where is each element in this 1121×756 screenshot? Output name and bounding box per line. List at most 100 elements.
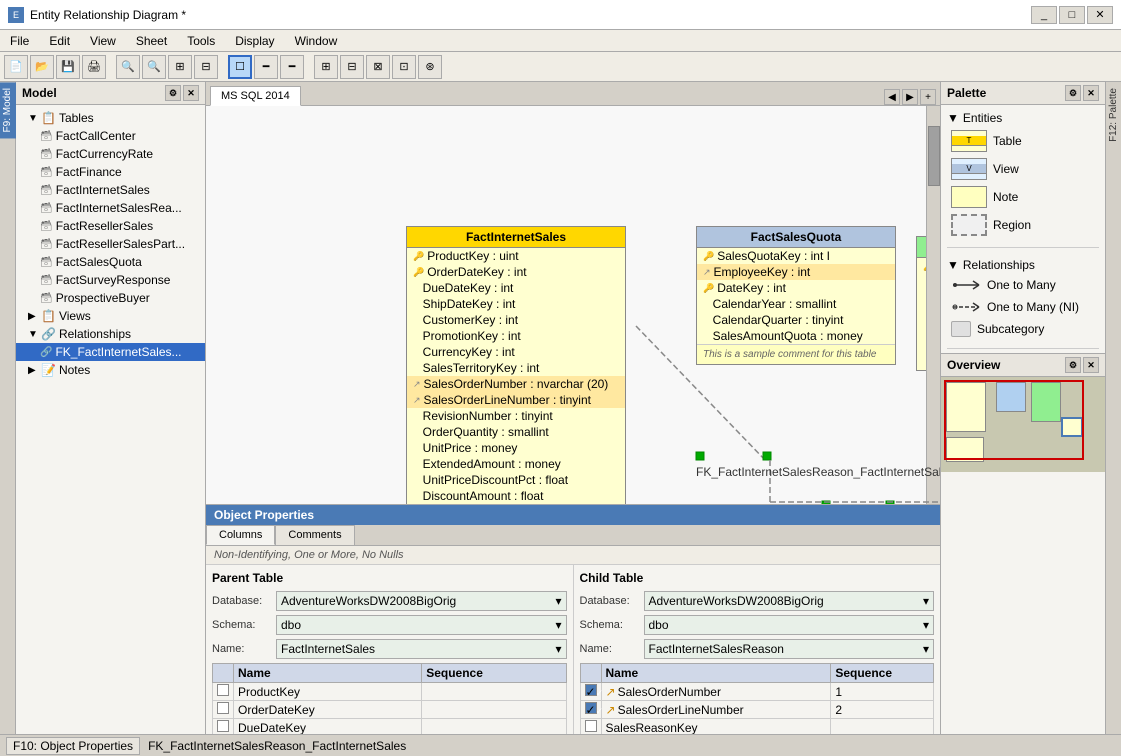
palette-table-item[interactable]: T Table (941, 127, 1105, 155)
parent-name-select[interactable]: FactInternetSales ▾ (276, 639, 567, 659)
parent-col-checkbox-1[interactable] (217, 702, 229, 714)
child-col-checkbox-2[interactable] (585, 720, 597, 732)
tree-item-prospectivebuyer[interactable]: 🗃 ProspectiveBuyer (16, 289, 205, 307)
overview-close-button[interactable]: ✕ (1083, 357, 1099, 373)
child-col-row[interactable]: ✓ ↗SalesOrderLineNumber 2 (580, 701, 934, 719)
entities-group[interactable]: ▼ Entities (941, 109, 1105, 127)
print-button[interactable]: 🖨 (82, 55, 106, 79)
parent-col-checkbox-2[interactable] (217, 720, 229, 732)
tab-next-button[interactable]: ▶ (902, 89, 918, 105)
zoom-out-button[interactable]: 🔍 (116, 55, 140, 79)
tree-item-factfinance[interactable]: 🗃 FactFinance (16, 163, 205, 181)
select-button[interactable]: ☐ (228, 55, 252, 79)
tab-mssql2014[interactable]: MS SQL 2014 (210, 86, 301, 106)
diagram-area[interactable]: FK_FactInternetSalesReason_FactInternetS… (206, 106, 940, 504)
parent-name-row: Name: FactInternetSales ▾ (212, 639, 567, 659)
menu-tools[interactable]: Tools (177, 32, 225, 50)
tab-columns[interactable]: Columns (206, 525, 275, 545)
tree-item-factinternetsales[interactable]: 🗃 FactInternetSales (16, 181, 205, 199)
palette-title: Palette (947, 86, 986, 100)
open-button[interactable]: 📂 (30, 55, 54, 79)
menu-display[interactable]: Display (225, 32, 284, 50)
tree-item-factsalesquota[interactable]: 🗃 FactSalesQuota (16, 253, 205, 271)
relationships-group[interactable]: ▼ Relationships (941, 256, 1105, 274)
palette-one-many-ni-item[interactable]: One to Many (NI) (941, 296, 1105, 318)
parent-columns-table: Name Sequence ProductKey (212, 663, 567, 734)
tool-btn5[interactable]: ⊟ (340, 55, 364, 79)
model-panel-title: Model (22, 86, 57, 100)
menu-edit[interactable]: Edit (39, 32, 80, 50)
new-button[interactable]: 📄 (4, 55, 28, 79)
minimize-button[interactable]: _ (1031, 6, 1057, 24)
child-col-row[interactable]: ✓ ↗SalesOrderNumber 1 (580, 683, 934, 701)
overview-header: Overview ⚙ ✕ (941, 354, 1105, 377)
model-panel-header: Model ⚙ ✕ (16, 82, 205, 105)
relationships-label: Relationships (59, 327, 131, 341)
menu-view[interactable]: View (80, 32, 126, 50)
tab-comments[interactable]: Comments (275, 525, 354, 545)
status-panel-f10[interactable]: F10: Object Properties (6, 737, 140, 755)
tree-item-factinternetsalesrea[interactable]: 🗃 FactInternetSalesRea... (16, 199, 205, 217)
parent-col-row[interactable]: DueDateKey (213, 719, 567, 735)
menu-window[interactable]: Window (285, 32, 348, 50)
parent-database-select[interactable]: AdventureWorksDW2008BigOrig ▾ (276, 591, 567, 611)
overview-content[interactable] (941, 377, 1105, 472)
child-col-checkbox-0[interactable]: ✓ (585, 684, 597, 696)
diagram-scrollbar-v[interactable] (926, 106, 940, 504)
close-button[interactable]: ✕ (1087, 6, 1113, 24)
palette-subcategory-item[interactable]: Subcategory (941, 318, 1105, 340)
tree-item-factsurveyresponse[interactable]: 🗃 FactSurveyResponse (16, 271, 205, 289)
tree-relationships-group[interactable]: ▼ 🔗 Relationships (16, 325, 205, 343)
zoom-in-button[interactable]: 🔍 (142, 55, 166, 79)
child-col-checkbox-1[interactable]: ✓ (585, 702, 597, 714)
tree-item-factcurrencyrate[interactable]: 🗃 FactCurrencyRate (16, 145, 205, 163)
menu-file[interactable]: File (0, 32, 39, 50)
model-tree: ▼ 📋 Tables 🗃 FactCallCenter 🗃 FactCurren… (16, 105, 205, 734)
palette-side-label[interactable]: F12: Palette (1106, 82, 1121, 148)
save-button[interactable]: 💾 (56, 55, 80, 79)
tree-notes-group[interactable]: ▶ 📝 Notes (16, 361, 205, 379)
tree-item-factresellersales[interactable]: 🗃 FactResellerSales (16, 217, 205, 235)
child-schema-select[interactable]: dbo ▾ (644, 615, 935, 635)
model-side-label[interactable]: F9: Model (0, 82, 16, 138)
palette-region-item[interactable]: Region (941, 211, 1105, 239)
child-col-row[interactable]: SalesReasonKey (580, 719, 934, 735)
overview-viewport[interactable] (944, 380, 1084, 460)
tool-btn7[interactable]: ⊡ (392, 55, 416, 79)
tool-btn4[interactable]: ⊞ (314, 55, 338, 79)
palette-view-item[interactable]: V View (941, 155, 1105, 183)
parent-col-row[interactable]: ProductKey (213, 683, 567, 701)
tool-btn8[interactable]: ⊛ (418, 55, 442, 79)
region-icon (951, 214, 987, 236)
er-table-factinternetsales[interactable]: FactInternetSales 🔑ProductKey : uint 🔑Or… (406, 226, 626, 504)
tree-views-group[interactable]: ▶ 📋 Views (16, 307, 205, 325)
right-panel: Palette ⚙ ✕ ▼ Entities T Table V Vie (940, 82, 1105, 734)
model-settings-button[interactable]: ⚙ (165, 85, 181, 101)
palette-settings-button[interactable]: ⚙ (1065, 85, 1081, 101)
maximize-button[interactable]: □ (1059, 6, 1085, 24)
palette-one-many-item[interactable]: One to Many (941, 274, 1105, 296)
zoom-fit-button[interactable]: ⊞ (168, 55, 192, 79)
tab-new-button[interactable]: + (920, 89, 936, 105)
tab-prev-button[interactable]: ◀ (884, 89, 900, 105)
tree-item-factcallcenter[interactable]: 🗃 FactCallCenter (16, 127, 205, 145)
zoom-button2[interactable]: ⊟ (194, 55, 218, 79)
parent-col-checkbox-0[interactable] (217, 684, 229, 696)
parent-col-row[interactable]: OrderDateKey (213, 701, 567, 719)
palette-note-item[interactable]: Note (941, 183, 1105, 211)
child-name-select[interactable]: FactInternetSalesReason ▾ (644, 639, 935, 659)
child-database-select[interactable]: AdventureWorksDW2008BigOrig ▾ (644, 591, 935, 611)
model-close-button[interactable]: ✕ (183, 85, 199, 101)
palette-close-button[interactable]: ✕ (1083, 85, 1099, 101)
status-text: FK_FactInternetSalesReason_FactInternetS… (148, 739, 406, 753)
tree-item-factresellersalespart[interactable]: 🗃 FactResellerSalesPart... (16, 235, 205, 253)
er-table-factsalesquota[interactable]: FactSalesQuota 🔑SalesQuotaKey : int I ↗E… (696, 226, 896, 365)
parent-schema-select[interactable]: dbo ▾ (276, 615, 567, 635)
tree-item-fk-factinternetsales[interactable]: 🔗 FK_FactInternetSales... (16, 343, 205, 361)
tool-btn3[interactable]: ━ (280, 55, 304, 79)
tree-tables-group[interactable]: ▼ 📋 Tables (16, 109, 205, 127)
menu-sheet[interactable]: Sheet (126, 32, 177, 50)
tool-btn2[interactable]: ━ (254, 55, 278, 79)
overview-settings-button[interactable]: ⚙ (1065, 357, 1081, 373)
tool-btn6[interactable]: ⊠ (366, 55, 390, 79)
